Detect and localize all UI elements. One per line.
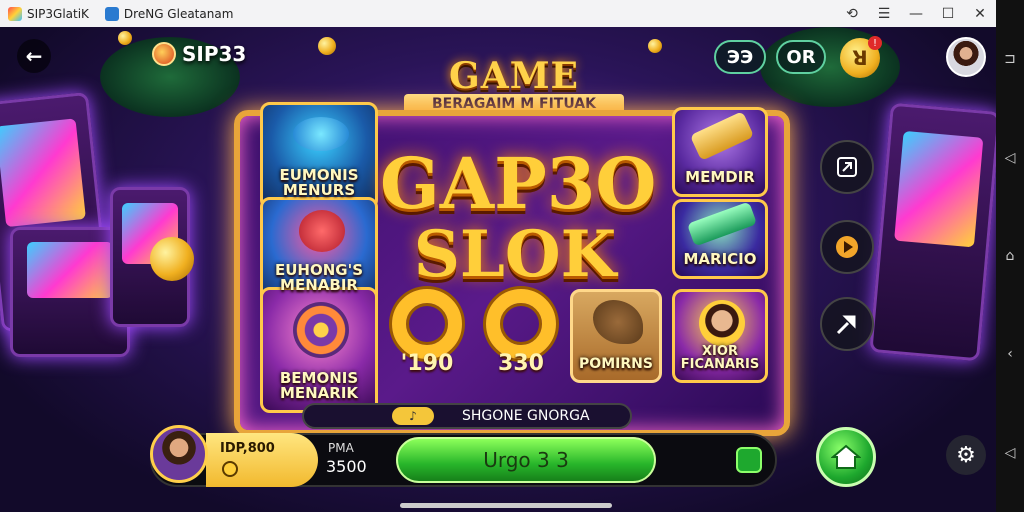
- gem-icon: [293, 117, 349, 151]
- target-icon: [293, 302, 349, 358]
- arrow-left-icon: ←: [25, 44, 43, 68]
- ring-2-value: 330: [498, 351, 544, 376]
- chevron-nav-icon[interactable]: ‹: [1007, 346, 1013, 362]
- featured-game-line1: GAP3O: [380, 142, 657, 225]
- music-icon: ♪: [392, 407, 434, 425]
- badge-icon: ꓤ: [852, 46, 868, 70]
- feature-tile-4-label: MEMDIR: [685, 168, 755, 187]
- feature-tile-3-label: BEMONIS MENARIK: [279, 368, 359, 403]
- feature-tile-3[interactable]: BEMONIS MENARIK: [260, 287, 378, 413]
- gold-ring-icon: [486, 289, 556, 359]
- feature-tile-7[interactable]: XIOR FICANARIS: [672, 289, 768, 383]
- expand-icon[interactable]: [736, 447, 762, 473]
- side-button-play[interactable]: [820, 220, 874, 274]
- arcade-machine-right: [869, 102, 996, 362]
- feature-tile-7-label: XIOR FICANARIS: [680, 343, 760, 373]
- menu-icon[interactable]: ☰: [868, 0, 900, 27]
- coin-icon: [222, 461, 238, 477]
- game-scene: ← SIP33 ЭЭ OR ꓤ ! GAME SLOT BERAGAIM M F…: [0, 27, 996, 512]
- maximize-icon[interactable]: ☐: [932, 0, 964, 27]
- folder-icon: [104, 6, 119, 21]
- triangle-nav-icon[interactable]: ◁: [1005, 150, 1016, 166]
- home-icon: [831, 444, 861, 469]
- side-button-share[interactable]: [820, 140, 874, 194]
- feature-tile-6[interactable]: POMIRNS: [570, 289, 662, 383]
- floating-coin: [318, 37, 336, 55]
- feature-tile-1[interactable]: EUMONIS MENURS: [260, 102, 378, 210]
- balance-pill[interactable]: IDP,800: [206, 433, 318, 487]
- window-titlebar: SIP3GlatiK DreNG Gleatanam ⟲ ☰ — ☐ ✕: [0, 0, 996, 27]
- info-bar[interactable]: ♪ SHGONE GNORGA: [302, 403, 632, 429]
- settings-button[interactable]: ⚙: [946, 435, 986, 475]
- feature-tile-2-label: EUHONG'S MENABIR: [275, 260, 363, 295]
- home-nav-icon[interactable]: ⌂: [1006, 248, 1015, 264]
- side-button-tool[interactable]: [820, 297, 874, 351]
- home-button[interactable]: [816, 427, 876, 487]
- featured-game-line2: SLOK: [413, 217, 617, 292]
- pill-button-2-label: OR: [786, 46, 816, 68]
- back-button[interactable]: ←: [17, 39, 51, 73]
- floating-coin: [118, 31, 132, 45]
- floating-coin: [150, 237, 194, 281]
- close-icon[interactable]: ✕: [964, 0, 996, 27]
- notification-badge: !: [868, 36, 882, 50]
- floating-coin: [648, 39, 662, 53]
- feature-tile-5-label: MARICIO: [683, 250, 757, 269]
- pill-button-2[interactable]: OR: [776, 40, 826, 74]
- ring-1-value: '190: [400, 351, 454, 376]
- share-icon: [837, 157, 857, 177]
- feature-tile-4[interactable]: MEMDIR: [672, 107, 768, 197]
- profile-avatar[interactable]: [946, 37, 986, 77]
- feature-tile-5[interactable]: MARICIO: [672, 199, 768, 279]
- tab-title: SIP3GlatiK: [27, 6, 89, 21]
- bet-value: 3500: [326, 457, 367, 476]
- rotate-icon[interactable]: ⟲: [836, 0, 868, 27]
- brand-name: SIP33: [182, 42, 247, 66]
- gold-ring-icon: [392, 289, 462, 359]
- feature-tile-1-label: EUMONIS MENURS: [279, 165, 359, 200]
- brand-logo-icon: [152, 42, 176, 66]
- app-root: SIP3GlatiK DreNG Gleatanam ⟲ ☰ — ☐ ✕ ⊐ ◁…: [0, 0, 1024, 512]
- green-bar-icon: [686, 202, 758, 247]
- portrait-icon: [699, 300, 745, 346]
- spin-button[interactable]: Urgo 3 3: [396, 437, 656, 483]
- pill-button-1[interactable]: ЭЭ: [714, 40, 766, 74]
- info-bar-text: SHGONE GNORGA: [462, 408, 590, 424]
- gear-icon: ⚙: [956, 442, 976, 468]
- tab-drenng[interactable]: DreNG Gleatanam: [97, 0, 241, 27]
- tab-sip3glatik[interactable]: SIP3GlatiK: [0, 0, 97, 27]
- brand: SIP33: [152, 42, 246, 66]
- android-side-nav: ⊐ ◁ ⌂ ‹ ◁: [996, 0, 1024, 512]
- red-helmet-icon: [299, 210, 345, 252]
- play-icon: [836, 236, 858, 258]
- bird-icon: [593, 300, 643, 344]
- bet-label: PMA: [328, 441, 354, 455]
- feature-tile-6-label: POMIRNS: [579, 356, 653, 373]
- recent-nav-icon[interactable]: ◁: [1005, 445, 1016, 461]
- gold-bar-icon: [689, 111, 755, 161]
- reward-button[interactable]: ꓤ !: [840, 36, 882, 78]
- tool-icon: [836, 315, 856, 335]
- back-nav-icon[interactable]: ⊐: [1004, 51, 1016, 67]
- home-indicator: [400, 503, 612, 508]
- balance-amount: IDP,800: [220, 441, 275, 456]
- featured-game-name: GAP3O SLOK: [380, 142, 657, 292]
- tab-title: DreNG Gleatanam: [123, 6, 234, 21]
- window-controls: ⟲ ☰ — ☐ ✕: [836, 0, 996, 27]
- minimize-icon[interactable]: —: [900, 0, 932, 27]
- player-avatar[interactable]: [150, 425, 208, 483]
- app-icon: [8, 6, 22, 21]
- feature-tile-2[interactable]: EUHONG'S MENABIR: [260, 197, 378, 305]
- pill-button-1-label: ЭЭ: [726, 46, 754, 68]
